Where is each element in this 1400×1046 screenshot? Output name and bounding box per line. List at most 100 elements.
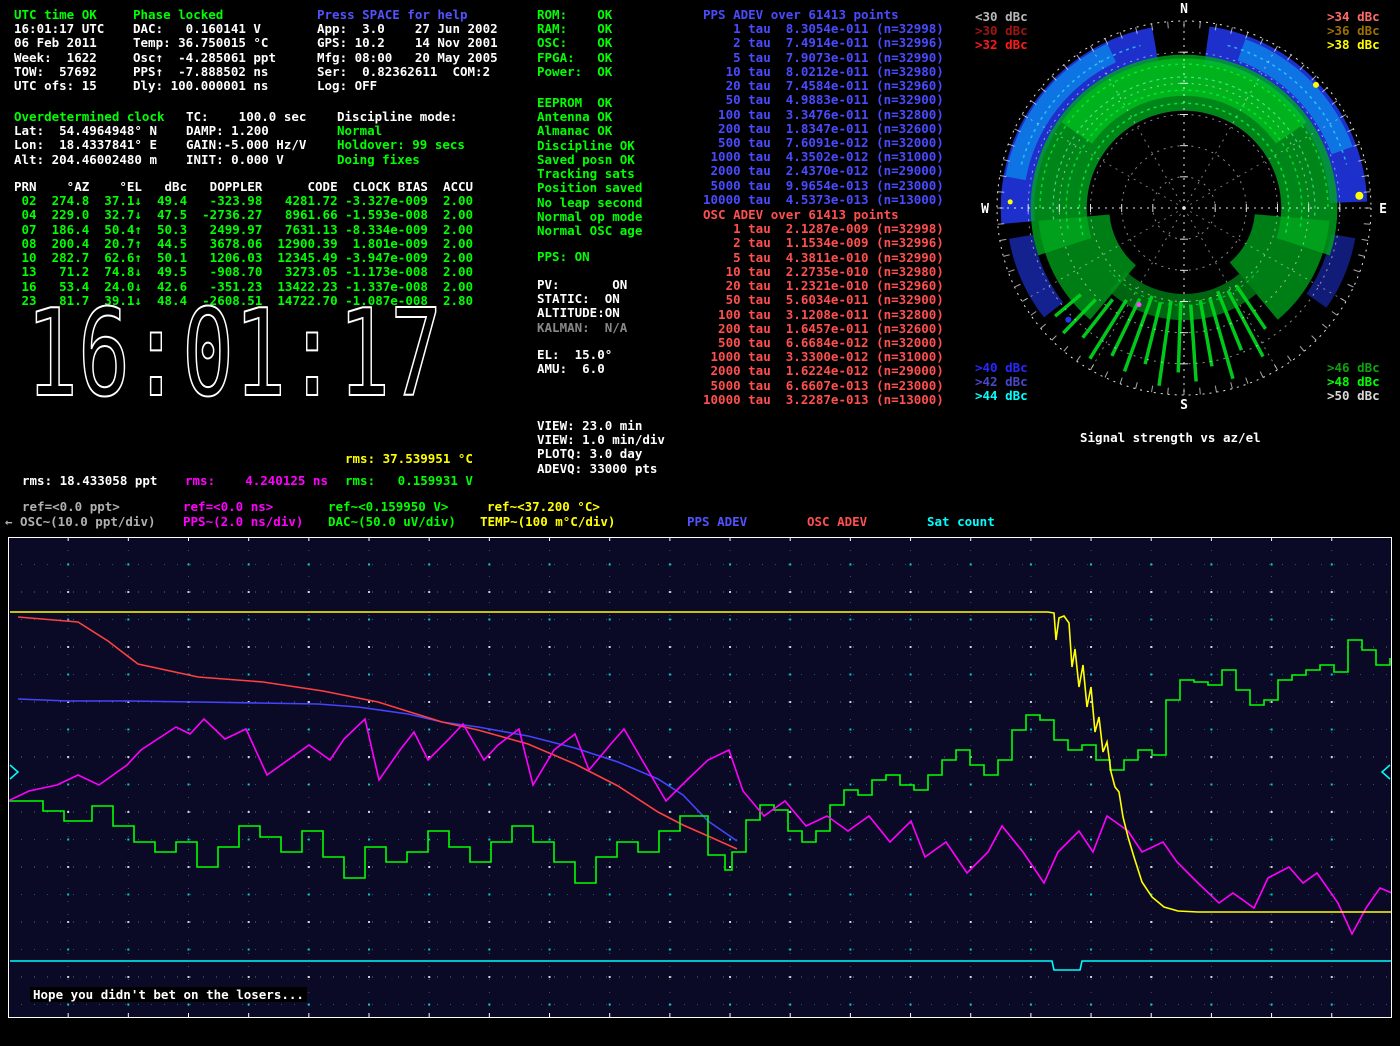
- text-line: RAM: OK: [537, 22, 612, 36]
- osc-adev-list: OSC ADEV over 61413 points 1 tau 2.1287e…: [703, 208, 944, 407]
- text-line: Doing fixes: [337, 153, 465, 167]
- signal-spike: [1178, 301, 1180, 372]
- discipline-mode-block: Discipline mode:NormalHoldover: 99 secsD…: [337, 110, 465, 167]
- oscillator-state-block: Phase lockedDAC: 0.160141 VTemp: 36.7500…: [133, 8, 276, 93]
- text-line: TC: 100.0 sec: [186, 110, 306, 124]
- text-line: Position saved: [537, 181, 642, 195]
- view-settings-block: VIEW: 23.0 minVIEW: 1.0 min/divPLOTQ: 3.…: [537, 419, 665, 476]
- adev-line: 2000 tau 2.4370e-012 (n=29000): [703, 164, 944, 178]
- ref-osc-label: ref=<0.0 ppt>: [22, 500, 120, 514]
- ref-dac-label: ref~<0.159950 V>: [328, 500, 448, 514]
- text-line: PPS: ON: [537, 250, 590, 264]
- signal-sector: [1230, 214, 1330, 320]
- lady-heather-screen: UTC time OK16:01:17 UTC06 Feb 2011Week: …: [0, 0, 1400, 1046]
- adev-line: 10 tau 8.0212e-011 (n=32980): [703, 65, 944, 79]
- adev-line: 200 tau 1.6457e-011 (n=32600): [703, 322, 944, 336]
- text-line: Lat: 54.4964948° N: [14, 124, 165, 138]
- rms-osc: rms: 18.433058 ppt: [22, 474, 157, 488]
- signal-speck: [1313, 82, 1319, 88]
- trace-osc-adev: [18, 617, 737, 849]
- text-line: ref~<0.159950 V>: [328, 500, 448, 514]
- adev-line: 200 tau 1.8347e-011 (n=32600): [703, 122, 944, 136]
- text-line: AMU: 6.0: [537, 362, 612, 376]
- text-line: VIEW: 1.0 min/div: [537, 433, 665, 447]
- text-line: App: 3.0 27 Jun 2002: [317, 22, 498, 36]
- compass-label-e: E: [1379, 202, 1387, 217]
- text-line: 06 Feb 2011: [14, 36, 104, 50]
- adev-line: 20 tau 7.4584e-011 (n=32960): [703, 79, 944, 93]
- text-line: Week: 1622: [14, 51, 104, 65]
- compass-label-w: W: [981, 202, 989, 217]
- mode-flags-block: PV: ONSTATIC: ONALTITUDE:ONKALMAN: N/A: [537, 278, 627, 335]
- pps-flag: PPS: ON: [537, 250, 590, 264]
- text-line: Overdetermined clock: [14, 110, 165, 124]
- text-line: ← OSC~(10.0 ppt/div): [5, 515, 156, 529]
- text-line: Press SPACE for help: [317, 8, 498, 22]
- text-line: GAIN:-5.000 Hz/V: [186, 138, 306, 152]
- adev-line: 5 tau 7.9073e-011 (n=32990): [703, 51, 944, 65]
- sat-row: 08 200.4 20.7↑ 44.5 3678.06 12900.39 1.8…: [14, 237, 473, 251]
- text-line: ref=<0.0 ns>: [183, 500, 273, 514]
- trace-pps: [8, 719, 1392, 934]
- text-line: Osc↑ -4.285061 ppt: [133, 51, 276, 65]
- trace-sat-count: [10, 961, 1392, 970]
- text-line: TOW: 57692: [14, 65, 104, 79]
- text-line: Holdover: 99 secs: [337, 138, 465, 152]
- version-help-block: Press SPACE for helpApp: 3.0 27 Jun 2002…: [317, 8, 498, 93]
- hardware-health-block: ROM: OKRAM: OKOSC: OKFPGA: OKPower: OK: [537, 8, 612, 79]
- text-line: Discipline mode:: [337, 110, 465, 124]
- adev-line: 1000 tau 3.3300e-012 (n=31000): [703, 350, 944, 364]
- text-line: rms: 0.159931 V: [345, 474, 473, 488]
- text-line: ROM: OK: [537, 8, 612, 22]
- osc-adev-legend-label: OSC ADEV: [807, 515, 867, 529]
- plot-note: Hope you didn't bet on the losers...: [30, 987, 307, 1002]
- utc-time-block: UTC time OK16:01:17 UTC06 Feb 2011Week: …: [14, 8, 104, 93]
- adev-line: 1 tau 2.1287e-009 (n=32998): [703, 222, 944, 236]
- sat-row: 10 282.7 62.6↑ 50.1 1206.03 12345.49 -3.…: [14, 251, 473, 265]
- adev-line: 2 tau 1.1534e-009 (n=32996): [703, 236, 944, 250]
- text-line: Temp: 36.750015 °C: [133, 36, 276, 50]
- text-line: STATIC: ON: [537, 292, 627, 306]
- text-line: Lon: 18.4337841° E: [14, 138, 165, 152]
- signal-speck: [1136, 302, 1141, 307]
- rms-pps: rms: 4.240125 ns: [185, 474, 328, 488]
- adev-line: 50 tau 5.6034e-011 (n=32900): [703, 293, 944, 307]
- text-line: Log: OFF: [317, 79, 498, 93]
- text-line: INIT: 0.000 V: [186, 153, 306, 167]
- adev-line: 50 tau 4.9883e-011 (n=32900): [703, 93, 944, 107]
- text-line: OSC: OK: [537, 36, 612, 50]
- text-line: Tracking sats: [537, 167, 642, 181]
- signal-speck: [1008, 199, 1013, 204]
- adev-line: 10000 tau 3.2287e-013 (n=13000): [703, 393, 944, 407]
- text-line: Dly: 100.000001 ns: [133, 79, 276, 93]
- sat-row: 13 71.2 74.8↓ 49.5 -908.70 3273.05 -1.17…: [14, 265, 473, 279]
- text-line: Almanac OK: [537, 124, 642, 138]
- adev-line: 100 tau 3.3476e-011 (n=32800): [703, 108, 944, 122]
- text-line: ref~<37.200 °C>: [487, 500, 600, 514]
- text-line: Antenna OK: [537, 110, 642, 124]
- adev-line: 10000 tau 4.5373e-013 (n=13000): [703, 193, 944, 207]
- text-line: DAC~(50.0 uV/div): [328, 515, 456, 529]
- text-line: PPS ADEV: [687, 515, 747, 529]
- text-line: ALTITUDE:ON: [537, 306, 627, 320]
- text-line: Discipline OK: [537, 139, 642, 153]
- compass-label-n: N: [1180, 2, 1188, 17]
- sat-row: 04 229.0 32.7↓ 47.5 -2736.27 8961.66 -1.…: [14, 208, 473, 222]
- text-line: UTC time OK: [14, 8, 104, 22]
- text-line: ref=<0.0 ppt>: [22, 500, 120, 514]
- text-line: PV: ON: [537, 278, 627, 292]
- ref-temp-label: ref~<37.200 °C>: [487, 500, 600, 514]
- signal-speck: [1065, 317, 1071, 323]
- polar-caption: Signal strength vs az/el: [1080, 430, 1261, 445]
- adev-line: 500 tau 7.6091e-012 (n=32000): [703, 136, 944, 150]
- text-line: VIEW: 23.0 min: [537, 419, 665, 433]
- text-line: Mfg: 08:00 20 May 2005: [317, 51, 498, 65]
- text-line: EL: 15.0°: [537, 348, 612, 362]
- text-line: Normal OSC age: [537, 224, 642, 238]
- adev-line: 100 tau 3.1208e-011 (n=32800): [703, 308, 944, 322]
- text-line: FPGA: OK: [537, 51, 612, 65]
- text-line: Normal: [337, 124, 465, 138]
- scale-osc-label: ← OSC~(10.0 ppt/div): [5, 515, 156, 529]
- signal-spike: [1112, 299, 1140, 356]
- text-line: 16:01:17 UTC: [14, 22, 104, 36]
